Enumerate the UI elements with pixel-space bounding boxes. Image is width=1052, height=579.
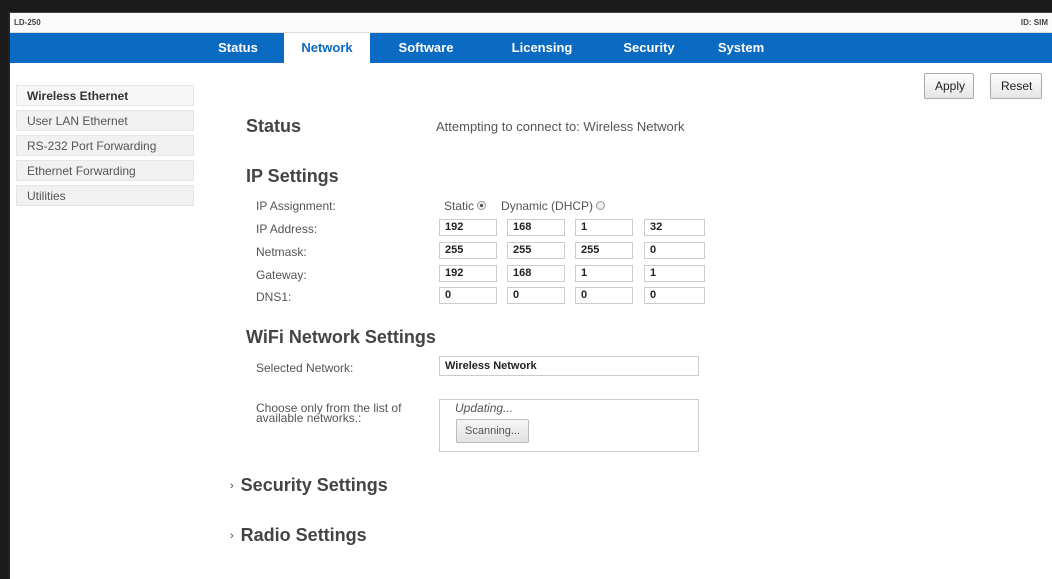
dns1-octet-1[interactable]: 0 [439, 287, 497, 304]
tab-security[interactable]: Security [606, 33, 692, 63]
main-nav: Status Network Software Licensing Securi… [10, 33, 1052, 63]
ip-octet-4[interactable]: 32 [644, 219, 705, 236]
selected-network-label: Selected Network: [256, 361, 354, 375]
dhcp-radio[interactable] [596, 201, 606, 211]
choose-network-label: Choose only from the list of available n… [256, 401, 402, 425]
chevron-right-icon: › [230, 530, 234, 542]
ip-octet-2[interactable]: 168 [507, 219, 565, 236]
chevron-right-icon: › [230, 480, 234, 492]
radio-settings-heading: Radio Settings [240, 525, 367, 545]
security-settings-toggle[interactable]: › Security Settings [230, 475, 388, 496]
sidebar-item-utilities[interactable]: Utilities [16, 185, 194, 206]
sidebar-item-ethernet-forwarding[interactable]: Ethernet Forwarding [16, 160, 194, 181]
wifi-settings-heading: WiFi Network Settings [246, 327, 436, 347]
static-radio[interactable] [477, 201, 487, 211]
netmask-label: Netmask: [256, 245, 307, 259]
dns1-label: DNS1: [256, 290, 292, 304]
ip-assignment-options: Static Dynamic (DHCP) [444, 199, 606, 213]
netmask-octet-2[interactable]: 255 [507, 242, 565, 259]
device-header: LD-250 ID: SIM [10, 13, 1052, 33]
sidebar-item-user-lan-ethernet[interactable]: User LAN Ethernet [16, 110, 194, 131]
ip-assignment-label: IP Assignment: [256, 199, 336, 213]
security-settings-heading: Security Settings [240, 475, 388, 495]
tab-status[interactable]: Status [206, 33, 270, 63]
selected-network-field[interactable]: Wireless Network [439, 356, 699, 376]
apply-button[interactable]: Apply [924, 73, 974, 99]
dhcp-label: Dynamic (DHCP) [501, 199, 594, 213]
browser-viewport: LD-250 ID: SIM Status Network Software L… [8, 12, 1052, 579]
tab-system[interactable]: System [704, 33, 778, 63]
dns1-octet-2[interactable]: 0 [507, 287, 565, 304]
tab-licensing[interactable]: Licensing [490, 33, 594, 63]
device-model: LD-250 [14, 18, 41, 27]
device-id: ID: SIM [1020, 18, 1048, 27]
netmask-octet-1[interactable]: 255 [439, 242, 497, 259]
radio-settings-toggle[interactable]: › Radio Settings [230, 525, 367, 546]
status-text: Attempting to connect to: Wireless Netwo… [436, 119, 685, 134]
sidebar-item-rs232-port-forwarding[interactable]: RS-232 Port Forwarding [16, 135, 194, 156]
scanning-button[interactable]: Scanning... [456, 419, 530, 443]
tab-software[interactable]: Software [384, 33, 468, 63]
ip-octet-3[interactable]: 1 [575, 219, 633, 236]
tab-network[interactable]: Network [284, 33, 370, 63]
dns1-octet-3[interactable]: 0 [575, 287, 633, 304]
ip-octet-1[interactable]: 192 [439, 219, 497, 236]
gateway-octet-3[interactable]: 1 [575, 265, 633, 282]
netmask-octet-3[interactable]: 255 [575, 242, 633, 259]
ip-settings-heading: IP Settings [246, 166, 339, 186]
static-label: Static [444, 199, 475, 213]
updating-text: Updating... [455, 401, 514, 415]
dns1-octet-4[interactable]: 0 [644, 287, 705, 304]
netmask-octet-4[interactable]: 0 [644, 242, 705, 259]
ip-address-label: IP Address: [256, 222, 318, 236]
reset-button[interactable]: Reset [990, 73, 1042, 99]
gateway-octet-2[interactable]: 168 [507, 265, 565, 282]
gateway-octet-4[interactable]: 1 [644, 265, 705, 282]
status-heading: Status [246, 116, 302, 136]
sidebar: Wireless Ethernet User LAN Ethernet RS-2… [16, 85, 194, 210]
gateway-label: Gateway: [256, 268, 307, 282]
sidebar-item-wireless-ethernet[interactable]: Wireless Ethernet [16, 85, 194, 106]
gateway-octet-1[interactable]: 192 [439, 265, 497, 282]
